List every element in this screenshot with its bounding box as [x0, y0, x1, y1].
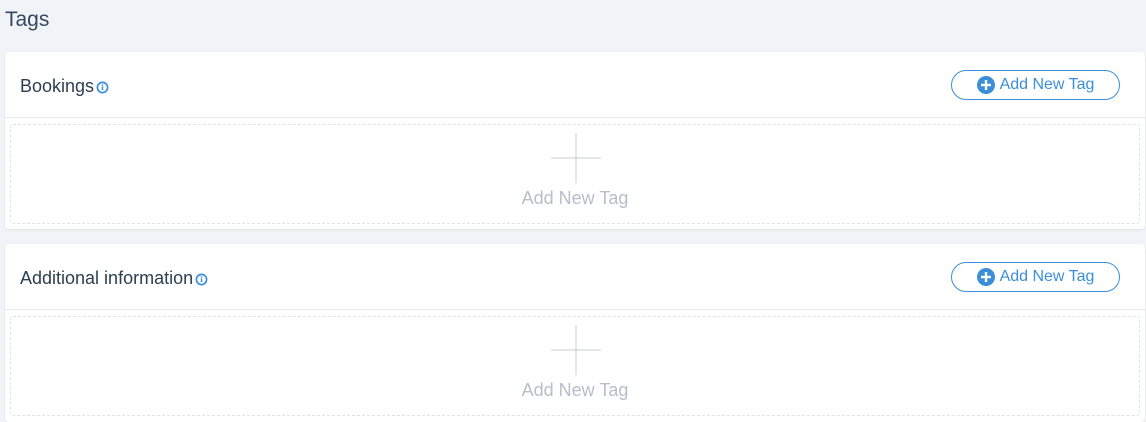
plus-circle-icon: [976, 268, 995, 286]
page-title: Tags: [5, 8, 50, 31]
dropzone-label: Add New Tag: [521, 188, 629, 208]
add-tag-dropzone[interactable]: Add New Tag: [10, 316, 1140, 416]
panel-title-text: Additional information: [20, 268, 194, 288]
add-new-tag-button-label: Add New Tag: [999, 268, 1095, 285]
tag-panel-additional-information: Additional information Add New Tag Add N…: [5, 244, 1145, 422]
add-new-tag-button[interactable]: Add New Tag: [951, 262, 1120, 292]
tag-panel-bookings: Bookings Add New Tag Add New Tag: [5, 52, 1145, 229]
plus-icon: [551, 133, 601, 183]
dropzone-label: Add New Tag: [521, 380, 629, 400]
add-new-tag-button-label: Add New Tag: [999, 76, 1095, 93]
info-circle-icon[interactable]: [195, 273, 208, 286]
panel-title: Bookings: [20, 76, 109, 97]
panel-title-text: Bookings: [20, 76, 95, 96]
plus-icon: [551, 325, 601, 375]
panel-title: Additional information: [20, 268, 208, 289]
plus-circle-icon: [976, 76, 995, 94]
info-circle-icon[interactable]: [96, 81, 109, 94]
panel-header: Additional information Add New Tag: [5, 244, 1145, 310]
add-new-tag-button[interactable]: Add New Tag: [951, 70, 1120, 100]
panel-header: Bookings Add New Tag: [5, 52, 1145, 118]
add-tag-dropzone[interactable]: Add New Tag: [10, 124, 1140, 224]
